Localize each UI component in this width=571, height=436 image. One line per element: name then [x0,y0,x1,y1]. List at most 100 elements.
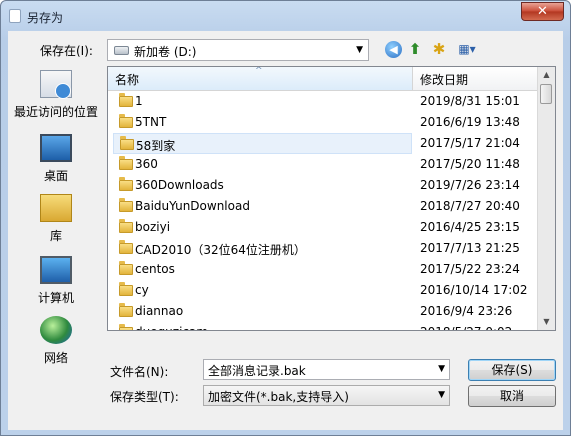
vertical-scrollbar[interactable]: ▲ ▼ [537,67,555,330]
name-cell[interactable]: 360 [113,154,412,175]
name-cell[interactable]: 360Downloads [113,175,412,196]
back-icon[interactable]: ◀ [385,41,402,58]
filename-field[interactable]: 全部消息记录.bak ▼ [203,359,450,380]
folder-icon [119,282,133,296]
table-row[interactable]: CAD2010（32位64位注册机） 2017/7/13 21:25 [108,238,539,259]
filetype-value: 加密文件(*.bak,支持导入) [208,390,349,404]
file-name: 5TNT [135,115,167,129]
chevron-down-icon[interactable]: ▼ [356,45,363,55]
folder-icon [119,261,133,275]
file-date: 2018/5/27 0:02 [420,325,512,330]
scroll-up-icon[interactable]: ▲ [539,67,554,83]
place-desktop[interactable]: 桌面 [8,134,104,184]
computer-icon [40,256,72,284]
table-row[interactable]: 58到家 2017/5/17 21:04 [108,133,539,154]
folder-icon [119,303,133,317]
new-folder-icon[interactable]: ✱ [431,40,447,58]
file-list: ^ 名称 修改日期 1 2019/8/31 15:01 5TNT 2016/6/19 … [107,66,556,331]
name-cell[interactable]: BaiduYunDownload [113,196,412,217]
libraries-icon [40,194,72,222]
column-label: 修改日期 [420,73,469,87]
name-cell[interactable]: centos [113,259,412,280]
file-date: 2019/7/26 23:14 [420,178,520,192]
file-name: CAD2010（32位64位注册机） [135,243,306,257]
place-computer[interactable]: 计算机 [8,256,104,306]
place-label: 计算机 [37,291,74,305]
table-row[interactable]: 360 2017/5/20 11:48 [108,154,539,175]
scroll-thumb[interactable] [540,84,552,104]
filename-value: 全部消息记录.bak [208,364,306,378]
folder-icon [119,324,133,330]
recent-places-icon [40,70,72,99]
name-cell[interactable]: 5TNT [113,112,412,133]
place-label: 桌面 [43,169,68,183]
column-header-name[interactable]: ^ 名称 [108,67,413,90]
table-row[interactable]: diannao 2016/9/4 23:26 [108,301,539,322]
table-row[interactable]: 1 2019/8/31 15:01 [108,91,539,112]
file-name: 360Downloads [135,178,224,192]
drive-icon [114,46,129,55]
close-button[interactable]: ✕ [521,2,564,21]
chevron-down-icon[interactable]: ▼ [438,364,445,374]
file-date: 2017/5/20 11:48 [420,157,520,171]
file-date: 2019/8/31 15:01 [420,94,520,108]
table-row[interactable]: 360Downloads 2019/7/26 23:14 [108,175,539,196]
view-menu-icon[interactable]: ▦▾ [454,40,480,58]
file-name: cy [135,283,149,297]
file-rows: 1 2019/8/31 15:01 5TNT 2016/6/19 13:48 58到家 2… [108,91,539,330]
save-as-dialog: 另存为 ✕ 保存在(I): 新加卷 (D:) ▼ ◀ ⬆ ✱ ▦▾ 最近访问的位… [0,0,571,436]
location-combo[interactable]: 新加卷 (D:) ▼ [107,39,369,61]
file-date: 2016/9/4 23:26 [420,304,513,318]
name-cell[interactable]: cy [113,280,412,301]
location-text: 新加卷 (D:) [134,45,197,59]
place-recent[interactable]: 最近访问的位置 [8,70,104,120]
file-name: 58到家 [136,139,176,153]
column-header-date[interactable]: 修改日期 [413,67,539,90]
file-name: diannao [135,304,184,318]
save-button[interactable]: 保存(S) [468,359,556,381]
up-folder-icon[interactable]: ⬆ [408,40,422,58]
table-row[interactable]: cy 2016/10/14 17:02 [108,280,539,301]
table-row[interactable]: centos 2017/5/22 23:24 [108,259,539,280]
network-icon [40,316,72,344]
file-name: duoquzicam [135,325,208,330]
title-bar[interactable]: 另存为 ✕ [1,1,570,31]
table-row[interactable]: boziyi 2016/4/25 23:15 [108,217,539,238]
filetype-label: 保存类型(T): [110,390,179,404]
document-icon [9,9,21,23]
folder-icon [119,156,133,170]
name-cell[interactable]: CAD2010（32位64位注册机） [113,238,412,259]
name-cell[interactable]: 58到家 [113,133,412,154]
chevron-down-icon: ▼ [438,390,445,400]
filename-label: 文件名(N): [110,365,169,379]
name-cell[interactable]: duoquzicam [113,322,412,330]
file-name: 360 [135,157,158,171]
folder-icon [119,240,133,254]
table-row[interactable]: BaiduYunDownload 2018/7/27 20:40 [108,196,539,217]
table-row[interactable]: duoquzicam 2018/5/27 0:02 [108,322,539,330]
table-row[interactable]: 5TNT 2016/6/19 13:48 [108,112,539,133]
folder-icon [119,177,133,191]
filetype-select[interactable]: 加密文件(*.bak,支持导入) ▼ [203,385,450,406]
folder-icon [119,114,133,128]
name-cell[interactable]: boziyi [113,217,412,238]
place-libraries[interactable]: 库 [8,194,104,244]
file-date: 2017/5/17 21:04 [420,136,520,150]
file-date: 2016/4/25 23:15 [420,220,520,234]
places-bar: 最近访问的位置 桌面 库 计算机 网络 [8,66,104,365]
dialog-body: 保存在(I): 新加卷 (D:) ▼ ◀ ⬆ ✱ ▦▾ 最近访问的位置 桌面 库 [8,31,563,430]
file-name: 1 [135,94,143,108]
scroll-down-icon[interactable]: ▼ [539,314,554,330]
place-label: 网络 [43,351,68,365]
file-date: 2016/10/14 17:02 [420,283,528,297]
file-name: boziyi [135,220,171,234]
cancel-button[interactable]: 取消 [468,385,556,407]
name-cell[interactable]: diannao [113,301,412,322]
sort-ascending-icon: ^ [255,66,263,76]
folder-icon [119,219,133,233]
place-label: 最近访问的位置 [13,105,98,119]
place-network[interactable]: 网络 [8,316,104,366]
file-date: 2017/5/22 23:24 [420,262,520,276]
folder-icon [120,136,134,150]
name-cell[interactable]: 1 [113,91,412,112]
